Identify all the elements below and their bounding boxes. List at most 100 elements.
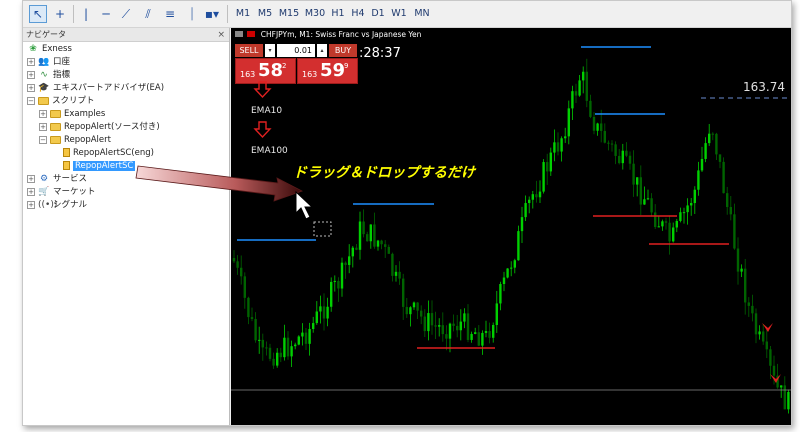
candlestick	[528, 196, 531, 214]
candlestick	[405, 297, 408, 318]
current-price-label: 163.74	[743, 80, 785, 94]
ema100-label: EMA100	[251, 146, 288, 156]
candlestick	[625, 142, 628, 158]
one-click-trading-panel: SELL ▾ 0.01 ▴ BUY 163 58 2 163 59 9	[235, 44, 359, 88]
tree-item-exness[interactable]: ❀ Exness	[27, 43, 72, 56]
tree-item-scripts[interactable]: − スクリプト	[27, 95, 95, 108]
collapse-icon[interactable]: −	[39, 135, 47, 144]
timeframe-m15[interactable]: M15	[277, 6, 301, 22]
navigator-title: ナビゲータ ×	[23, 28, 229, 42]
expand-icon[interactable]: +	[27, 57, 35, 66]
candlestick	[592, 112, 596, 135]
expand-icon[interactable]: +	[39, 109, 47, 118]
tree-item-expert-advisors[interactable]: + 🎓 エキスパートアドバイザ(EA)	[27, 82, 164, 95]
timeframe-w1[interactable]: W1	[389, 6, 409, 22]
tree-item-repopalert[interactable]: − RepopAlert	[39, 134, 111, 147]
timeframe-h4[interactable]: H4	[349, 6, 367, 22]
candlestick	[722, 157, 725, 194]
bar-timer: :28:37	[359, 46, 401, 61]
trendline-tool-icon[interactable]: ⟋	[117, 5, 135, 23]
expand-icon[interactable]: +	[27, 83, 35, 92]
navigator-title-text: ナビゲータ	[26, 30, 66, 39]
script-icon	[63, 161, 70, 170]
candlestick	[506, 268, 509, 279]
indicator-icon: ∿	[40, 69, 48, 80]
candlestick	[646, 189, 650, 201]
candlestick	[254, 312, 257, 343]
candlestick	[531, 190, 534, 209]
text-tool-icon[interactable]: ⏐	[183, 5, 201, 23]
candlestick	[715, 132, 718, 160]
crosshair-tool-icon[interactable]: +	[51, 5, 69, 23]
candlestick	[258, 326, 261, 354]
candlestick	[290, 340, 293, 368]
candlestick	[639, 165, 642, 216]
tree-item-indicators[interactable]: + ∿ 指標	[27, 69, 70, 82]
candlestick	[682, 207, 686, 224]
candlestick	[675, 218, 678, 233]
tree-item-accounts[interactable]: + 👥 口座	[27, 56, 70, 69]
timeframe-m5[interactable]: M5	[255, 6, 275, 22]
buy-price-fraction: 9	[344, 62, 349, 70]
lot-increase-icon[interactable]: ▴	[317, 44, 327, 57]
channel-tool-icon[interactable]: ⫽	[139, 5, 157, 23]
folder-icon	[50, 122, 61, 131]
tree-item-examples[interactable]: + Examples	[39, 108, 105, 121]
candlestick	[556, 132, 560, 156]
candlestick	[398, 261, 401, 285]
tree-item-label: シグナル	[53, 200, 88, 210]
candlestick	[618, 149, 621, 165]
candlestick	[391, 252, 394, 282]
tree-item-repopalert-source[interactable]: + RepopAlert(ソース付き)	[39, 121, 160, 134]
candlestick	[664, 217, 668, 230]
candlestick	[603, 123, 606, 144]
buy-price-box[interactable]: 163 59 9	[297, 58, 358, 84]
tree-item-repopalertsc[interactable]: RepopAlertSC	[63, 160, 136, 173]
timeframe-m1[interactable]: M1	[233, 6, 253, 22]
candlestick	[726, 186, 729, 215]
candlestick	[294, 342, 297, 350]
buy-button[interactable]: BUY	[329, 44, 357, 57]
candlestick	[610, 140, 614, 152]
timeframe-h1[interactable]: H1	[329, 6, 347, 22]
expand-icon[interactable]: +	[27, 200, 35, 209]
tree-item-signals[interactable]: + ((•))シグナル	[27, 199, 87, 212]
buy-price-prefix: 163	[302, 70, 318, 79]
candlestick	[736, 237, 740, 285]
sell-price-main: 58	[258, 60, 284, 81]
expand-icon[interactable]: +	[39, 122, 47, 131]
sell-price-box[interactable]: 163 58 2	[235, 58, 296, 84]
expand-icon[interactable]: +	[27, 174, 35, 183]
shapes-tool-icon[interactable]: ▪▾	[203, 5, 221, 23]
close-icon[interactable]: ×	[217, 28, 225, 42]
expand-icon[interactable]: +	[27, 187, 35, 196]
lot-size-input[interactable]: 0.01	[277, 44, 315, 57]
tree-item-services[interactable]: + ⚙ サービス	[27, 173, 87, 186]
candlestick	[466, 304, 470, 343]
candlestick	[607, 140, 610, 151]
candlestick	[628, 151, 632, 170]
candlestick	[373, 212, 376, 249]
tree-item-market[interactable]: + 🛒 マーケット	[27, 186, 96, 199]
fibonacci-tool-icon[interactable]: ≡	[161, 5, 179, 23]
candlestick	[319, 295, 322, 324]
candlestick	[751, 294, 754, 322]
sell-button[interactable]: SELL	[235, 44, 263, 57]
horizontal-line-tool-icon[interactable]: ─	[97, 5, 115, 23]
expand-icon[interactable]: +	[27, 70, 35, 79]
vertical-line-tool-icon[interactable]: |	[77, 5, 95, 23]
cursor-tool-icon[interactable]: ↖	[29, 5, 47, 23]
candlestick	[578, 75, 581, 97]
candlestick	[549, 147, 552, 176]
timeframe-m30[interactable]: M30	[303, 6, 327, 22]
timeframe-mn[interactable]: MN	[411, 6, 433, 22]
candlestick	[510, 261, 513, 277]
timeframe-d1[interactable]: D1	[369, 6, 387, 22]
candlestick	[650, 193, 653, 217]
candlestick	[286, 331, 290, 360]
collapse-icon[interactable]: −	[27, 96, 35, 105]
price-chart[interactable]: CHFJPYm, M1: Swiss Franc vs Japanese Yen…	[231, 28, 791, 425]
candlestick	[762, 324, 765, 345]
lot-decrease-icon[interactable]: ▾	[265, 44, 275, 57]
tree-item-repopalertsc-eng[interactable]: RepopAlertSC(eng)	[63, 147, 154, 160]
